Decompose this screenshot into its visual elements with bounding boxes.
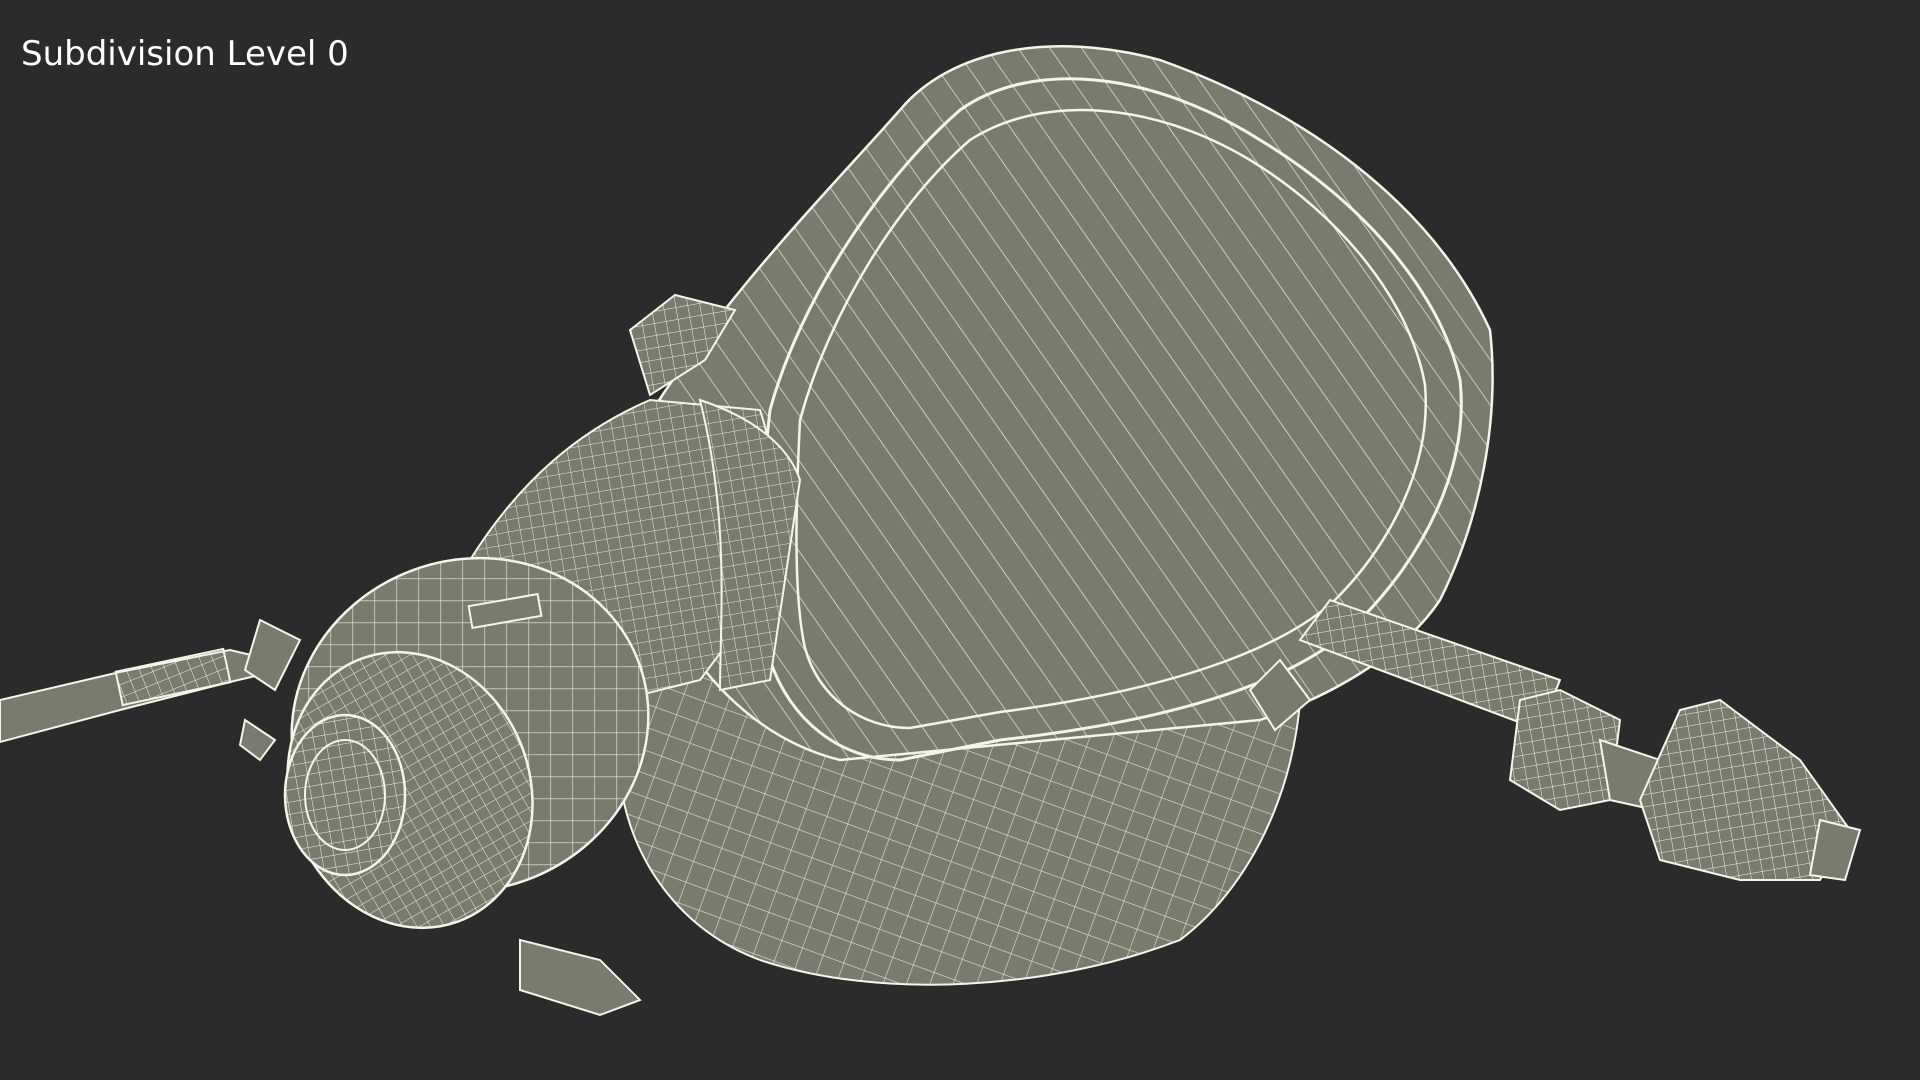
wireframe-diving-mask-render [0,45,1862,1017]
right-strap-buckle [1298,598,1862,882]
subdivision-level-label: Subdivision Level 0 [21,34,349,74]
render-viewport: Subdivision Level 0 [0,0,1920,1080]
hose-left [0,647,273,744]
